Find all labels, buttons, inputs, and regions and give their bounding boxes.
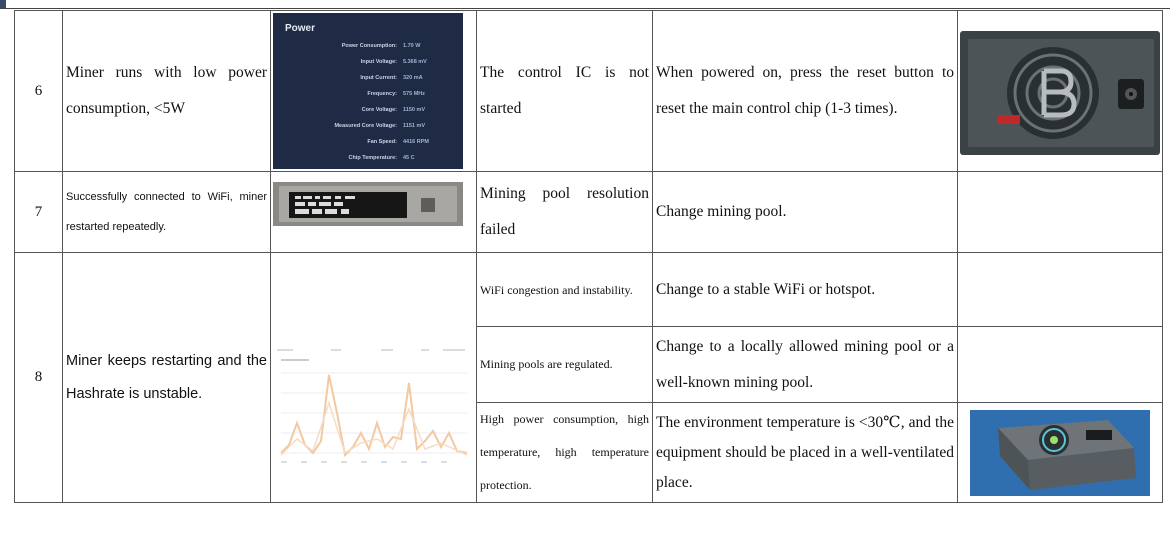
power-panel-label: Frequency: xyxy=(367,91,397,97)
power-panel-value: 320 mA xyxy=(403,75,423,81)
cause-cell: High power consumption, high temperature… xyxy=(476,402,653,503)
cause-cell: The control IC is not started xyxy=(476,10,653,172)
power-panel-value: 5.368 mV xyxy=(403,59,427,65)
miner-device-image xyxy=(958,407,1162,498)
table-row-7: 7 Successfully connected to WiFi, miner … xyxy=(14,171,1163,253)
power-panel-value: 1.70 W xyxy=(403,43,421,49)
cause-cell: Mining pool resolution failed xyxy=(476,171,653,253)
hashrate-chart-image xyxy=(271,262,476,493)
solution-cell: When powered on, press the reset button … xyxy=(652,10,958,172)
power-panel-screenshot: Power Power Consumption: 1.70 W Input Volt… xyxy=(270,10,477,172)
symptom-cell: Miner runs with low power consumption, <… xyxy=(62,10,271,172)
table-row-6: 6 Miner runs with low power consumption,… xyxy=(14,10,1163,172)
power-panel-value: 1151 mV xyxy=(403,123,425,129)
troubleshooting-table: 6 Miner runs with low power consumption,… xyxy=(14,10,1163,503)
device-reset-image xyxy=(958,11,1162,171)
cause-cell: Mining pools are regulated. xyxy=(476,326,653,403)
solution-cell: The environment temperature is <30℃, and… xyxy=(652,402,958,503)
power-panel-value: 4416 RPM xyxy=(403,139,429,145)
header-corner-mark xyxy=(0,0,6,8)
power-panel-label: Core Voltage: xyxy=(362,107,398,113)
solution-cell: Change mining pool. xyxy=(652,171,958,253)
oled-display-image xyxy=(271,172,476,252)
power-panel-value: 1150 mV xyxy=(403,107,425,113)
solution-cell: Change to a locally allowed mining pool … xyxy=(652,326,958,403)
power-panel-title: Power xyxy=(285,23,315,34)
symptom-cell: Successfully connected to WiFi, miner re… xyxy=(62,171,271,253)
power-panel-label: Input Voltage: xyxy=(361,59,397,65)
solution-cell: Change to a stable WiFi or hotspot. xyxy=(652,252,958,327)
hashrate-chart-screenshot xyxy=(270,252,477,503)
empty-photo-cell xyxy=(957,171,1163,253)
row-number: 8 xyxy=(14,252,63,503)
oled-display-photo xyxy=(270,171,477,253)
power-panel-value: 575 MHz xyxy=(403,91,425,97)
empty-photo-cell xyxy=(957,326,1163,403)
header-rule xyxy=(0,8,1170,9)
power-panel-label: Chip Temperature: xyxy=(349,155,398,161)
power-panel-value: 45 C xyxy=(403,155,415,161)
power-panel-image: Power Power Consumption: 1.70 W Input Volt… xyxy=(273,13,463,169)
cause-cell: WiFi congestion and instability. xyxy=(476,252,653,327)
power-panel-label: Fan Speed: xyxy=(367,139,397,145)
symptom-cell: Miner keeps restarting and the Hashrate … xyxy=(62,252,271,503)
table-row-8: 8 Miner keeps restarting and the Hashrat… xyxy=(14,252,1163,503)
power-panel-label: Input Current: xyxy=(360,75,397,81)
empty-photo-cell xyxy=(957,252,1163,327)
miner-device-photo xyxy=(957,402,1163,503)
reset-button-icon xyxy=(998,115,1020,124)
power-panel-label: Power Consumption: xyxy=(342,43,397,49)
row-number: 6 xyxy=(14,10,63,172)
row-number: 7 xyxy=(14,171,63,253)
reset-button-photo xyxy=(957,10,1163,172)
power-panel-label: Measured Core Voltage: xyxy=(334,123,397,129)
